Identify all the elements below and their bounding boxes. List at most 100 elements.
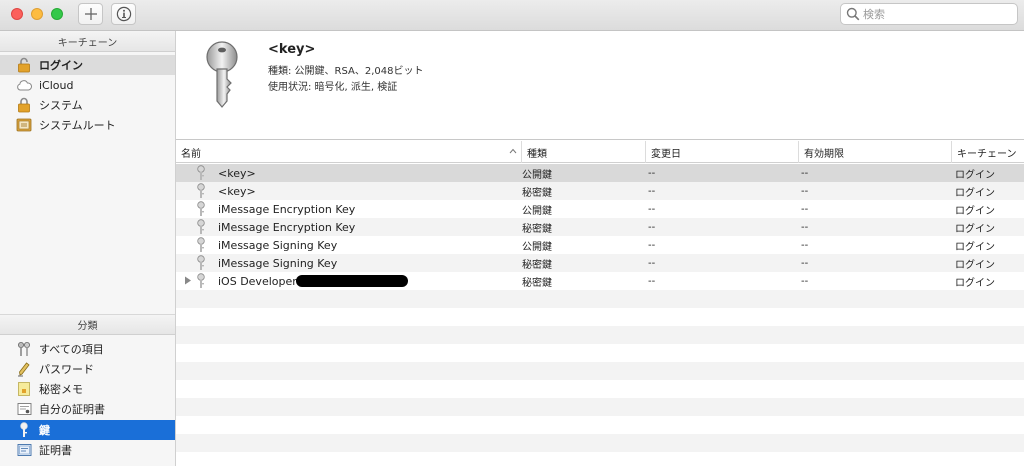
empty-table-row [176,290,1024,308]
note-icon [16,381,32,397]
table-row[interactable]: <key> 秘密鍵 -- -- ログイン [176,182,1024,200]
sidebar-item-passwords[interactable]: パスワード [0,359,175,379]
cell-name: <key> [218,166,256,180]
empty-table-row [176,398,1024,416]
sidebar-item-system[interactable]: システム [0,95,175,115]
cell-keychain: ログイン [955,169,995,181]
sidebar-item-keys[interactable]: 鍵 [0,420,175,440]
redaction-mark [296,275,408,287]
get-info-button[interactable] [111,3,136,25]
cell-name: iMessage Encryption Key [218,202,356,216]
sidebar-item-secure-notes[interactable]: 秘密メモ [0,379,175,399]
lock-open-icon [16,57,32,73]
cell-name: <key> [218,184,256,198]
minimize-window-button[interactable] [31,8,43,20]
my-certificate-icon [16,401,32,417]
sidebar-item-all-items[interactable]: すべての項目 [0,339,175,359]
sidebar-item-label: 自分の証明書 [39,403,105,416]
cell-expires: -- [801,257,809,269]
info-icon [116,6,131,22]
add-item-button[interactable] [78,3,103,25]
cell-modified: -- [648,167,656,179]
search-icon [846,7,860,21]
empty-table-row [176,380,1024,398]
sidebar-item-label: 鍵 [39,424,50,437]
sort-ascending-icon [509,148,517,154]
cell-keychain: ログイン [955,277,995,289]
window-toolbar [0,0,1024,31]
sidebar-item-label: 秘密メモ [39,383,83,396]
table-row[interactable]: <key> 公開鍵 -- -- ログイン [176,164,1024,182]
cell-modified: -- [648,221,656,233]
sidebar-item-label: iCloud [39,78,74,92]
column-header-expires[interactable]: 有効期限 [798,141,951,163]
empty-table-row [176,434,1024,452]
cloud-icon [16,77,32,93]
search-input[interactable] [863,6,1013,22]
sidebar-item-certificates[interactable]: 証明書 [0,440,175,460]
sidebar-item-label: システム [39,99,83,112]
cell-modified: -- [648,239,656,251]
close-window-button[interactable] [11,8,23,20]
sidebar-item-label: すべての項目 [39,343,104,356]
zoom-window-button[interactable] [51,8,63,20]
table-row[interactable]: iMessage Signing Key 公開鍵 -- -- ログイン [176,236,1024,254]
empty-table-row [176,416,1024,434]
column-header-kind[interactable]: 種類 [521,141,645,163]
sidebar-item-label: 証明書 [39,444,72,457]
plus-icon [84,8,97,20]
table-row[interactable]: iMessage Encryption Key 公開鍵 -- -- ログイン [176,200,1024,218]
sidebar-item-label: システムルート [39,119,116,132]
key-icon [197,237,205,252]
key-icon [197,219,205,234]
cell-keychain: ログイン [955,241,995,253]
column-header-modified[interactable]: 変更日 [645,141,798,163]
items-table: 名前 種類 変更日 有効期限 キーチェーン <key> 公開鍵 -- -- ログイン <k… [176,141,1024,466]
cell-kind: 秘密鍵 [522,223,552,235]
cell-keychain: ログイン [955,223,995,235]
detail-usage: 使用状況: 暗号化, 派生, 検証 [268,82,398,93]
table-row[interactable]: iOS Developer: 秘密鍵 -- -- ログイン [176,272,1024,290]
cell-kind: 公開鍵 [522,169,552,181]
sidebar-item-login[interactable]: ログイン [0,55,175,75]
key-icon [197,255,205,270]
table-row[interactable]: iMessage Encryption Key 秘密鍵 -- -- ログイン [176,218,1024,236]
empty-table-row [176,326,1024,344]
cell-modified: -- [648,275,656,287]
key-icon [197,165,205,180]
column-header-keychain[interactable]: キーチェーン [951,141,1024,163]
cell-kind: 秘密鍵 [522,187,552,199]
lock-icon [16,97,32,113]
cell-expires: -- [801,221,809,233]
key-icon [197,273,205,288]
search-field[interactable] [840,3,1018,25]
cell-kind: 公開鍵 [522,205,552,217]
pen-icon [16,361,32,377]
disclosure-triangle-icon[interactable] [184,276,192,285]
cell-name: iMessage Encryption Key [218,220,356,234]
item-detail-panel: <key> 種類: 公開鍵、RSA、2,048ビット 使用状況: 暗号化, 派生… [176,31,1024,140]
table-row[interactable]: iMessage Signing Key 秘密鍵 -- -- ログイン [176,254,1024,272]
cell-kind: 秘密鍵 [522,277,552,289]
sidebar-item-icloud[interactable]: iCloud [0,75,175,95]
category-header: 分類 [0,314,175,335]
cell-keychain: ログイン [955,205,995,217]
cell-modified: -- [648,185,656,197]
cell-name: iMessage Signing Key [218,256,338,270]
sidebar-item-my-certificates[interactable]: 自分の証明書 [0,399,175,419]
cabinet-icon [16,117,32,133]
cell-name: iMessage Signing Key [218,238,338,252]
sidebar-item-label: パスワード [39,363,94,376]
key-icon [197,183,205,198]
cell-keychain: ログイン [955,187,995,199]
cell-expires: -- [801,239,809,251]
large-key-icon [206,41,238,108]
sidebar-item-system-roots[interactable]: システムルート [0,115,175,135]
column-header-name[interactable]: 名前 [176,141,521,163]
cell-expires: -- [801,203,809,215]
cell-kind: 秘密鍵 [522,259,552,271]
key-icon [197,201,205,216]
keychains-header: キーチェーン [0,31,175,52]
cell-keychain: ログイン [955,259,995,271]
cell-modified: -- [648,203,656,215]
